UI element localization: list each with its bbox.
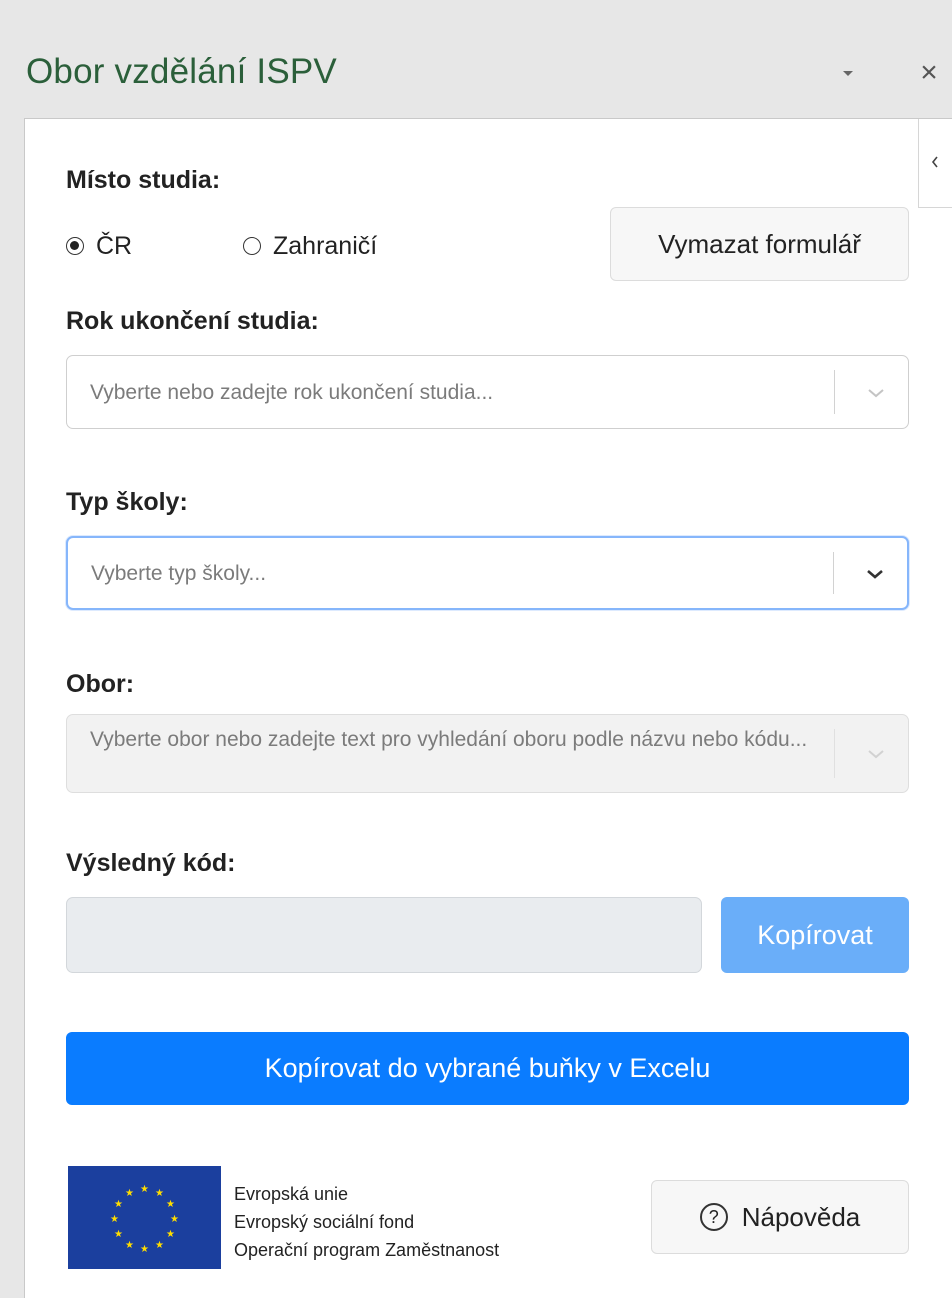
task-pane-content: [24, 118, 952, 1298]
eu-funding-text: Evropská unie Evropský sociální fond Ope…: [234, 1180, 499, 1264]
help-button[interactable]: ? Nápověda: [651, 1180, 909, 1254]
svg-text:★: ★: [114, 1199, 123, 1210]
select-separator: [833, 552, 834, 594]
svg-text:★: ★: [114, 1229, 123, 1240]
field-of-study-label: Obor:: [66, 670, 135, 698]
eu-line-social-fund: Evropský sociální fond: [234, 1212, 415, 1232]
place-of-study-label: Místo studia:: [66, 166, 221, 194]
radio-cr[interactable]: ČR: [66, 228, 132, 264]
svg-text:★: ★: [170, 1214, 179, 1225]
svg-text:★: ★: [140, 1184, 149, 1195]
copy-to-excel-cell-button[interactable]: Kopírovat do vybrané buňky v Excelu: [66, 1032, 909, 1105]
radio-abroad-indicator: [243, 237, 261, 255]
svg-text:★: ★: [125, 1188, 134, 1199]
radio-abroad-label: Zahraničí: [273, 231, 378, 260]
pane-title: Obor vzdělání ISPV: [26, 52, 337, 91]
result-code-field: [66, 897, 702, 973]
chevron-down-icon: [867, 570, 883, 579]
select-separator: [834, 729, 835, 778]
pane-options-dropdown-icon[interactable]: [838, 63, 858, 83]
radio-abroad[interactable]: Zahraničí: [243, 228, 377, 264]
chevron-down-icon: [868, 750, 884, 759]
copy-button[interactable]: Kopírovat: [721, 897, 909, 973]
graduation-year-label: Rok ukončení studia:: [66, 307, 319, 335]
chevron-left-icon: [931, 156, 938, 168]
school-type-label: Typ školy:: [66, 488, 188, 516]
radio-cr-label: ČR: [96, 231, 133, 260]
svg-text:★: ★: [155, 1240, 164, 1251]
field-of-study-select[interactable]: Vyberte obor nebo zadejte text pro vyhle…: [66, 714, 909, 793]
help-button-label: Nápověda: [741, 1201, 861, 1232]
eu-flag-logo: ★ ★ ★ ★ ★ ★ ★ ★ ★ ★ ★ ★: [68, 1166, 221, 1269]
collapse-pane-button[interactable]: [918, 119, 952, 208]
svg-text:★: ★: [110, 1214, 119, 1225]
svg-text:★: ★: [125, 1240, 134, 1251]
graduation-year-placeholder: Vyberte nebo zadejte rok ukončení studia…: [90, 381, 494, 404]
svg-text:★: ★: [155, 1188, 164, 1199]
select-separator: [834, 370, 835, 414]
school-type-placeholder: Vyberte typ školy...: [91, 562, 267, 585]
svg-text:★: ★: [166, 1199, 175, 1210]
result-code-label: Výsledný kód:: [66, 849, 236, 877]
eu-line-union: Evropská unie: [234, 1184, 349, 1204]
svg-text:★: ★: [166, 1229, 175, 1240]
chevron-down-icon: [868, 389, 884, 398]
clear-form-button[interactable]: Vymazat formulář: [610, 207, 909, 281]
eu-line-programme: Operační program Zaměstnanost: [234, 1240, 500, 1260]
task-pane-header: Obor vzdělání ISPV ×: [0, 0, 952, 118]
school-type-select[interactable]: Vyberte typ školy...: [66, 536, 909, 610]
radio-cr-indicator: [66, 237, 84, 255]
svg-text:★: ★: [140, 1244, 149, 1255]
help-icon: ?: [699, 1203, 728, 1231]
graduation-year-select[interactable]: Vyberte nebo zadejte rok ukončení studia…: [66, 355, 909, 429]
field-of-study-placeholder: Vyberte obor nebo zadejte text pro vyhle…: [90, 728, 808, 751]
close-icon[interactable]: ×: [912, 56, 946, 90]
